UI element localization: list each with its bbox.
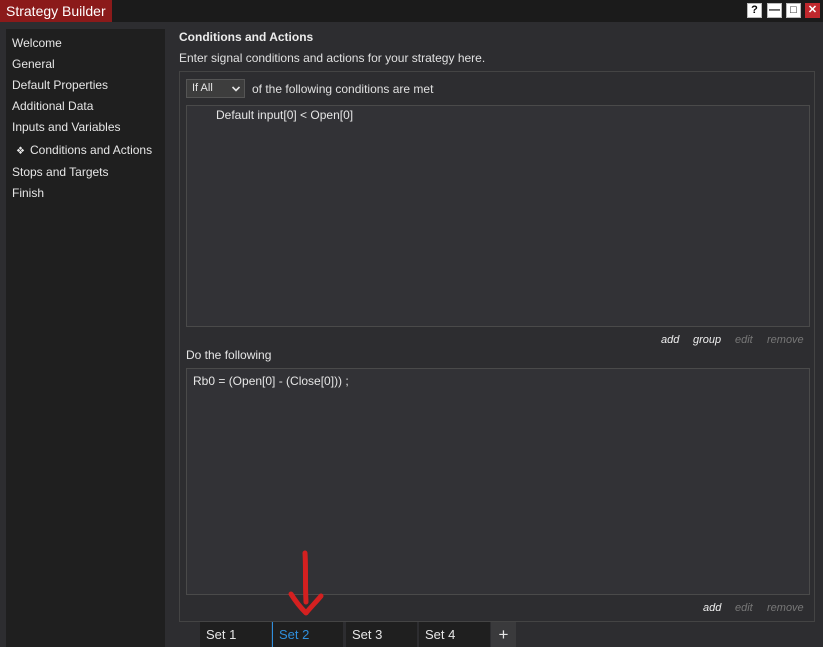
selected-diamond-icon: ❖ (16, 146, 25, 157)
edit-condition-link[interactable]: edit (735, 334, 753, 346)
page-title: Conditions and Actions (179, 30, 314, 44)
sidebar-item-additional-data[interactable]: Additional Data (12, 97, 93, 115)
page-description: Enter signal conditions and actions for … (179, 51, 486, 65)
sidebar-item-default-properties[interactable]: Default Properties (12, 76, 108, 94)
actions-list[interactable]: Rb0 = (Open[0] - (Close[0])) ; (186, 368, 810, 595)
conditions-list[interactable]: Default input[0] < Open[0] (186, 105, 810, 327)
sidebar-item-conditions-actions[interactable]: ❖ Conditions and Actions (16, 141, 152, 159)
group-condition-link[interactable]: group (693, 334, 721, 346)
tab-set-3[interactable]: Set 3 (346, 622, 418, 647)
actions-label: Do the following (186, 348, 272, 362)
maximize-button[interactable]: □ (786, 3, 801, 18)
condition-mode-suffix: of the following conditions are met (252, 82, 434, 96)
condition-mode-value: If All (192, 82, 213, 94)
sidebar-item-general[interactable]: General (12, 55, 55, 73)
tab-set-1[interactable]: Set 1 (200, 622, 272, 647)
add-condition-link[interactable]: add (661, 334, 679, 346)
condition-row[interactable]: Default input[0] < Open[0] (216, 108, 353, 122)
add-set-button[interactable]: + (491, 622, 517, 647)
sidebar-item-inputs-variables[interactable]: Inputs and Variables (12, 118, 121, 136)
minimize-button[interactable]: — (767, 3, 782, 18)
action-row[interactable]: Rb0 = (Open[0] - (Close[0])) ; (193, 374, 349, 388)
sidebar-item-finish[interactable]: Finish (12, 184, 44, 202)
sidebar-item-welcome[interactable]: Welcome (12, 34, 62, 52)
remove-condition-link[interactable]: remove (767, 334, 804, 346)
sidebar-item-stops-targets[interactable]: Stops and Targets (12, 163, 109, 181)
edit-action-link[interactable]: edit (735, 602, 753, 614)
tab-set-4[interactable]: Set 4 (419, 622, 491, 647)
add-action-link[interactable]: add (703, 602, 721, 614)
close-button[interactable]: ✕ (805, 3, 820, 18)
condition-mode-select[interactable]: If All (186, 79, 245, 98)
tab-set-2[interactable]: Set 2 (272, 622, 344, 647)
help-button[interactable]: ? (747, 3, 762, 18)
remove-action-link[interactable]: remove (767, 602, 804, 614)
sidebar-item-label: Conditions and Actions (30, 143, 153, 157)
window-title: Strategy Builder (0, 0, 112, 22)
title-bar: Strategy Builder ? — □ ✕ (0, 0, 823, 22)
chevron-down-icon (232, 86, 240, 92)
